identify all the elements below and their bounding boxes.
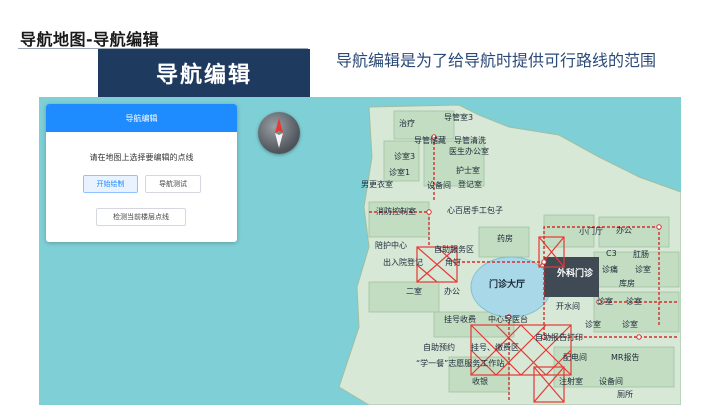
map-label: 导管储藏 <box>414 136 446 145</box>
nav-edit-panel: 导航编辑 请在地图上选择要编辑的点线 开始绘制 导航测试 检测当前楼层点线 <box>46 104 237 242</box>
map-label: 配电间 <box>563 353 587 362</box>
map-label: 护士室 <box>456 166 480 175</box>
map-label: 陪护中心 <box>375 241 407 250</box>
description-text: 导航编辑是为了给导航时提供可行路线的范围 <box>335 51 656 70</box>
map-label: 设备间 <box>427 181 451 190</box>
surgery-label: 外科门诊 <box>557 269 594 279</box>
map-label: 开水间 <box>556 302 580 311</box>
map-label: 诊痛 <box>602 265 618 274</box>
lobby-label: 门诊大厅 <box>489 280 526 290</box>
map-label: 设备间 <box>599 377 623 386</box>
map-label: 厕所 <box>617 390 633 399</box>
map-label: 库房 <box>619 279 635 288</box>
map-screenshot: 导航编辑 请在地图上选择要编辑的点线 开始绘制 导航测试 检测当前楼层点线 导管… <box>39 97 681 405</box>
section-banner: 导航编辑 <box>98 49 310 97</box>
slide-title: 导航地图-导航编辑 <box>20 30 160 49</box>
map-label: 诊室 <box>597 297 613 306</box>
map-label: 出入院登记 <box>383 258 423 267</box>
map-label: 诊室 <box>635 265 651 274</box>
map-label: 诊室3 <box>394 152 416 161</box>
map-label: 治疗 <box>399 119 415 128</box>
map-label: 办公 <box>616 226 632 235</box>
map-label: 中心导医台 <box>488 315 528 324</box>
map-label: 注射室 <box>559 377 583 386</box>
check-floor-lines-button[interactable]: 检测当前楼层点线 <box>96 208 186 226</box>
map-label: 诊室 <box>622 320 638 329</box>
start-draw-button[interactable]: 开始绘制 <box>83 175 138 193</box>
map-label: 心百居手工包子 <box>447 206 503 215</box>
map-label: “学一餐”志愿服务工作站 <box>416 359 505 368</box>
nav-test-button[interactable]: 导航测试 <box>145 175 201 193</box>
map-label: 自助报告打印 <box>535 333 583 342</box>
map-label: 诊室 <box>585 320 601 329</box>
map-label: 消防控制室 <box>376 207 416 216</box>
panel-hint: 请在地图上选择要编辑的点线 <box>89 153 194 162</box>
map-label: 小门厅 <box>579 227 603 236</box>
map-label: 角钉 <box>445 258 461 267</box>
panel-header: 导航编辑 <box>46 104 237 132</box>
map-label: 药房 <box>497 234 513 243</box>
compass-icon[interactable] <box>258 112 300 154</box>
map-label: 诊室 <box>626 297 642 306</box>
map-label: 肛肠 <box>633 250 649 259</box>
map-label: 医生办公室 <box>449 147 489 156</box>
map-label: MR报告 <box>611 353 640 362</box>
map-label: C3 <box>606 249 617 258</box>
map-label: 二室 <box>406 287 422 296</box>
map-label: 挂号、缴费区 <box>471 343 519 352</box>
map-label: 自助预约 <box>423 343 455 352</box>
map-label: 办公 <box>444 287 460 296</box>
map-label: 挂号收费 <box>444 315 476 324</box>
map-label: 诊室1 <box>389 168 411 177</box>
map-label: 收银 <box>472 377 488 386</box>
map-label: 男更衣室 <box>361 180 393 189</box>
map-label: 导管清洗 <box>454 136 486 145</box>
map-label: 登记室 <box>458 180 482 189</box>
map-label: 自助服务区 <box>434 245 474 254</box>
map-label: 导管室3 <box>444 113 474 122</box>
